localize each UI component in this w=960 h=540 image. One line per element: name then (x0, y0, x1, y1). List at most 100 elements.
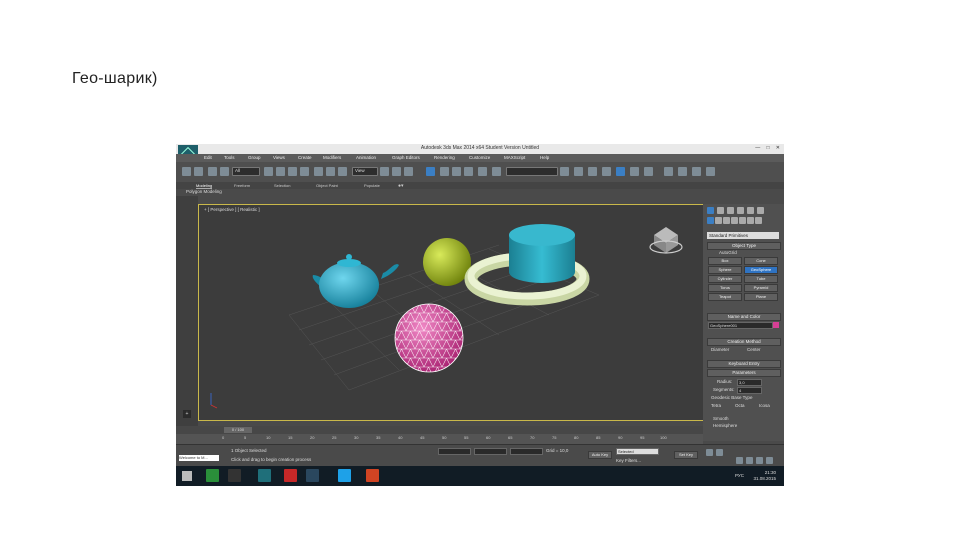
smooth-checkbox[interactable]: Smooth (713, 416, 729, 421)
link-icon[interactable] (208, 167, 217, 176)
layer-manager-icon[interactable] (574, 167, 583, 176)
radius-field[interactable]: 3,0 (737, 379, 762, 386)
orbit-icon[interactable] (756, 457, 763, 464)
menu-animation[interactable]: Animation (356, 155, 376, 160)
spacewarps-icon[interactable] (747, 217, 754, 224)
windows-start-icon[interactable] (182, 471, 192, 481)
scale-icon[interactable] (338, 167, 347, 176)
keyboard-entry-rollout[interactable]: Keyboard Entry (707, 360, 781, 368)
render-setup-icon[interactable] (644, 167, 653, 176)
3dsmax-taskbar-icon[interactable] (258, 469, 271, 482)
track-bar[interactable]: 0 5 10 15 20 25 30 35 40 45 50 55 60 65 … (176, 434, 703, 444)
systems-icon[interactable] (755, 217, 762, 224)
edit-named-sets-icon[interactable] (478, 167, 487, 176)
menu-edit[interactable]: Edit (204, 155, 212, 160)
maxscript-listener[interactable]: Welcome to M... (179, 455, 219, 461)
maximize-viewport-icon[interactable] (766, 457, 773, 464)
cylinder-button[interactable]: Cylinder (708, 275, 742, 283)
object-name-field[interactable]: GeoSphere001 (708, 322, 773, 329)
key-mode-dropdown[interactable]: Selected (616, 448, 659, 455)
primitive-type-dropdown[interactable]: Standard Primitives (707, 232, 779, 239)
octa-radio[interactable]: Octa (735, 403, 745, 408)
percent-snap-icon[interactable] (452, 167, 461, 176)
spinner-snap-icon[interactable] (464, 167, 473, 176)
parameters-rollout[interactable]: Parameters (707, 369, 781, 377)
next-frame-icon[interactable] (716, 449, 723, 456)
helpers-icon[interactable] (739, 217, 746, 224)
z-coord-field[interactable] (510, 448, 543, 455)
angle-snap-icon[interactable] (440, 167, 449, 176)
menu-rendering[interactable]: Rendering (434, 155, 455, 160)
set-key-button[interactable]: Set Key (674, 451, 698, 459)
render-production-icon[interactable] (678, 167, 687, 176)
pyramid-button[interactable]: Pyramid (744, 284, 778, 292)
box-button[interactable]: Box (708, 257, 742, 265)
ribbon-toggle-icon[interactable]: ●▾ (398, 183, 404, 189)
x-coord-field[interactable] (438, 448, 471, 455)
object-color-swatch[interactable] (773, 322, 779, 328)
tetra-radio[interactable]: Tetra (711, 403, 721, 408)
auto-key-button[interactable]: Auto Key (588, 451, 612, 459)
redo-icon[interactable] (194, 167, 203, 176)
zoom-icon[interactable] (736, 457, 743, 464)
pan-icon[interactable] (746, 457, 753, 464)
cone-button[interactable]: Cone (744, 257, 778, 265)
hierarchy-tab-icon[interactable] (727, 207, 734, 214)
geometry-icon[interactable] (707, 217, 714, 224)
geosphere-button[interactable]: GeoSphere (744, 266, 778, 274)
activeshade-icon[interactable] (706, 167, 715, 176)
creation-method-rollout[interactable]: Creation Method (707, 338, 781, 346)
object-type-rollout[interactable]: Object Type (707, 242, 781, 250)
named-selection-dropdown[interactable] (506, 167, 558, 176)
menu-customize[interactable]: Customize (469, 155, 490, 160)
hemisphere-checkbox[interactable]: Hemisphere (713, 423, 737, 428)
maximize-button[interactable]: □ (767, 145, 770, 151)
tab-populate[interactable]: Populate (364, 183, 380, 188)
window-crossing-icon[interactable] (300, 167, 309, 176)
create-tab-icon[interactable] (707, 207, 714, 214)
menu-tools[interactable]: Tools (224, 155, 235, 160)
menu-help[interactable]: Help (540, 155, 549, 160)
steam-icon[interactable] (306, 469, 319, 482)
select-by-name-icon[interactable] (276, 167, 285, 176)
pivot-icon[interactable] (380, 167, 389, 176)
cameras-icon[interactable] (731, 217, 738, 224)
menu-maxscript[interactable]: MAXScript (504, 155, 525, 160)
menu-graph-editors[interactable]: Graph Editors (392, 155, 420, 160)
y-coord-field[interactable] (474, 448, 507, 455)
selection-filter-dropdown[interactable]: All (232, 167, 260, 176)
key-filters-button[interactable]: Key Filters... (616, 458, 641, 463)
rendered-frame-icon[interactable] (664, 167, 673, 176)
icosa-radio[interactable]: Icosa (759, 403, 770, 408)
tab-object-paint[interactable]: Object Paint (316, 183, 338, 188)
taskbar-app-icon[interactable] (228, 469, 241, 482)
curve-editor-icon[interactable] (602, 167, 611, 176)
teapot-button[interactable]: Teapot (708, 293, 742, 301)
schematic-view-icon[interactable] (616, 167, 625, 176)
sphere-button[interactable]: Sphere (708, 266, 742, 274)
snap-toggle-icon[interactable] (426, 167, 435, 176)
tab-selection[interactable]: Selection (274, 183, 290, 188)
modify-tab-icon[interactable] (717, 207, 724, 214)
mirror-icon[interactable] (492, 167, 501, 176)
taskbar-clock[interactable]: 21:30 31.08.2015 (753, 470, 776, 482)
motion-tab-icon[interactable] (737, 207, 744, 214)
close-button[interactable]: ✕ (776, 145, 780, 151)
keyboard-shortcut-icon[interactable] (404, 167, 413, 176)
menu-views[interactable]: Views (273, 155, 285, 160)
autogrid-checkbox[interactable]: AutoGrid (719, 250, 737, 255)
time-slider-handle[interactable]: 0 / 100 (224, 427, 252, 433)
segments-field[interactable]: 4 (737, 387, 762, 394)
rect-region-icon[interactable] (288, 167, 297, 176)
time-slider[interactable]: 0 / 100 (176, 426, 703, 434)
graphite-icon[interactable] (588, 167, 597, 176)
yandex-browser-icon[interactable] (284, 469, 297, 482)
align-icon[interactable] (560, 167, 569, 176)
plane-button[interactable]: Plane (744, 293, 778, 301)
play-icon[interactable] (706, 449, 713, 456)
viewport-expand-icon[interactable]: + (183, 410, 191, 418)
lights-icon[interactable] (723, 217, 730, 224)
menu-group[interactable]: Group (248, 155, 261, 160)
menu-modifiers[interactable]: Modifiers (323, 155, 341, 160)
diameter-radio[interactable]: Diameter (711, 347, 729, 352)
